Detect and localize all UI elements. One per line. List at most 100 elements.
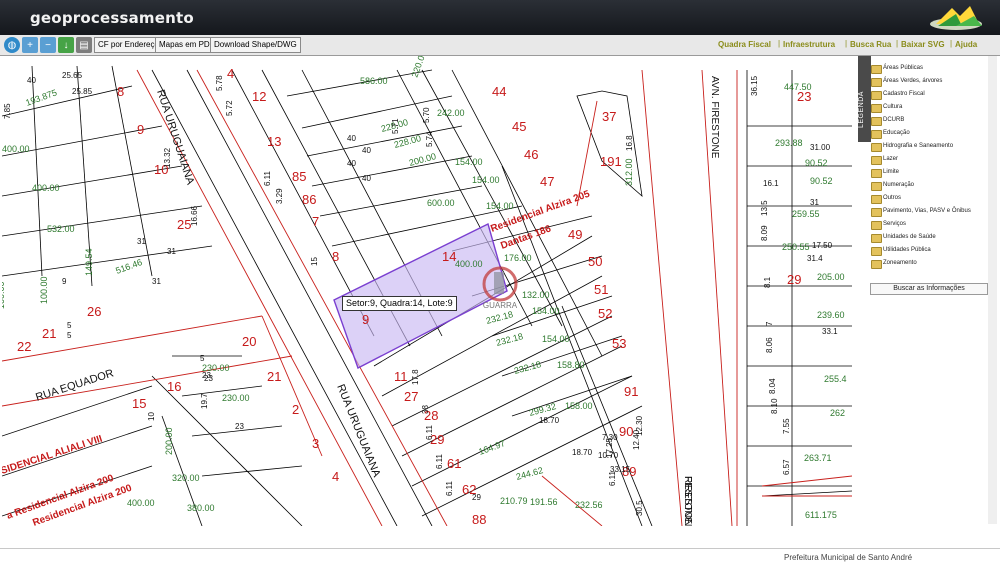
legend-item[interactable]: Lazer — [871, 153, 989, 166]
legend-item[interactable]: DCURB — [871, 114, 989, 127]
legend-item-label: Áreas Verdes, árvores — [883, 78, 943, 84]
legend-item[interactable]: Limite — [871, 166, 989, 179]
lot-number-label: 15 — [132, 396, 146, 411]
link-quadra-fiscal[interactable]: Quadra Fiscal — [718, 40, 771, 49]
legend-item[interactable]: Utilidades Pública — [871, 244, 989, 257]
cf-por-endereco-button[interactable]: CF por Endereço — [94, 37, 163, 53]
dimension-label: 16.1 — [763, 179, 779, 188]
dimension-label: 31.4 — [807, 254, 823, 263]
link-busca-rua[interactable]: Busca Rua — [850, 40, 891, 49]
legend-item-label: Limite — [883, 169, 900, 175]
legend-item[interactable]: Serviços — [871, 218, 989, 231]
dimension-label: 9 — [62, 277, 67, 286]
legend-item[interactable]: Áreas Verdes, árvores — [871, 75, 989, 88]
legend-item-label: Cultura — [883, 104, 903, 110]
folder-icon — [871, 78, 882, 87]
dimension-label: 29 — [472, 493, 481, 502]
lot-number-label: 61 — [447, 456, 461, 471]
lot-number-label: 4 — [227, 66, 234, 81]
title-bar: geoprocessamento — [0, 0, 1000, 36]
legend-tab[interactable]: LEGENDA — [858, 56, 871, 142]
app-title: geoprocessamento — [30, 9, 194, 27]
area-measure-label: 191.56 — [530, 497, 558, 507]
lot-number-label: 45 — [512, 119, 526, 134]
folder-icon — [871, 208, 882, 217]
download-shape-button[interactable]: Download Shape/DWG — [210, 37, 301, 53]
legend-item-label: Utilidades Pública — [883, 247, 931, 253]
area-measure-label: 242.00 — [437, 108, 465, 118]
lot-number-label: 22 — [17, 339, 31, 354]
lot-number-label: 53 — [612, 336, 626, 351]
cadastral-map[interactable]: RUA URUGUAIANA RUA URUGUAIANA RUA EQUADOR A… — [2, 56, 852, 526]
dimension-label: 5 — [67, 331, 72, 340]
lot-number-label: 47 — [540, 174, 554, 189]
dimension-label: 40 — [362, 174, 371, 183]
legend-panel: Áreas Públicas Áreas Verdes, árvores Cadas… — [871, 62, 989, 270]
lot-number-label: 12 — [252, 89, 266, 104]
street-name-label: AVN. FIRESTONE — [709, 76, 720, 159]
legend-item[interactable]: Cultura — [871, 101, 989, 114]
folder-icon — [871, 260, 882, 269]
globe-icon[interactable]: ◍ — [4, 37, 20, 53]
legend-item[interactable]: Numeração — [871, 179, 989, 192]
map-canvas[interactable]: RUA URUGUAIANARUA URUGUAIANARUA EQUADORA… — [2, 56, 852, 526]
legend-item[interactable]: Hidrografia e Saneamento — [871, 140, 989, 153]
link-infraestrutura[interactable]: Infraestrutura — [783, 40, 835, 49]
dimension-label: 5.72 — [225, 100, 234, 116]
folder-icon — [871, 65, 882, 74]
dimension-label: 40 — [347, 134, 356, 143]
dimension-label: 7.55 — [782, 418, 791, 434]
legend-item[interactable]: Outros — [871, 192, 989, 205]
lot-number-label: 49 — [568, 227, 582, 242]
zoom-out-icon[interactable]: − — [40, 37, 56, 53]
legend-item[interactable]: Cadastro Fiscal — [871, 88, 989, 101]
folder-icon — [871, 234, 882, 243]
area-measure-label: 232.56 — [575, 500, 603, 510]
guarra-watermark: GUARRA — [482, 266, 518, 310]
zoom-in-icon[interactable]: + — [22, 37, 38, 53]
street-name-label: RUA URUGUAIANA — [334, 383, 382, 480]
dimension-label: 18.70 — [539, 416, 560, 425]
lot-number-label: 26 — [87, 304, 101, 319]
area-measure-label: 262 — [830, 408, 845, 418]
lot-number-label: 88 — [472, 512, 486, 526]
dimension-label: 23 — [204, 374, 213, 383]
legend-item[interactable]: Pavimento, Vias, PASV e Ônibus — [871, 205, 989, 218]
dimension-label: 8.06 — [765, 337, 774, 353]
link-ajuda[interactable]: Ajuda — [955, 40, 977, 49]
dimension-label: 13.5 — [760, 200, 769, 216]
vertical-scrollbar[interactable] — [988, 56, 997, 524]
legend-item-label: Serviços — [883, 221, 907, 227]
legend-item[interactable]: Zoneamento — [871, 257, 989, 270]
legend-item[interactable]: Unidades de Saúde — [871, 231, 989, 244]
legend-item[interactable]: Educação — [871, 127, 989, 140]
print-icon[interactable]: ▤ — [76, 37, 92, 53]
lot-number-label: 7 — [312, 214, 319, 229]
legend-item-label: Numeração — [883, 182, 915, 188]
lot-number-label: 13 — [267, 134, 281, 149]
dimension-label: 31.00 — [810, 143, 831, 152]
dimension-label: 33.1 — [822, 327, 838, 336]
dimension-label: 16.66 — [190, 205, 199, 226]
dimension-label: 13.32 — [163, 147, 172, 168]
search-info-button[interactable]: Buscar as Informações — [870, 283, 988, 295]
street-name-label: RUA EQUADOR — [34, 367, 115, 404]
lot-number-label: 50 — [588, 254, 602, 269]
link-baixar-svg[interactable]: Baixar SVG — [901, 40, 945, 49]
dimension-label: 18.70 — [572, 448, 593, 457]
dimension-label: 23 — [235, 422, 244, 431]
lot-number-label: 3 — [312, 436, 319, 451]
download-icon[interactable]: ↓ — [58, 37, 74, 53]
area-measure-label: 232.18 — [513, 359, 542, 376]
area-measure-label: 516.46 — [114, 257, 143, 276]
area-measure-label: 149.54 — [84, 248, 94, 276]
dimension-label: 5.71 — [391, 118, 400, 134]
dimension-label: 31 — [167, 247, 176, 256]
legend-item[interactable]: Áreas Públicas — [871, 62, 989, 75]
area-measure-label: 154.00 — [472, 175, 500, 185]
dimension-label: 5.70 — [422, 107, 431, 123]
area-measure-label: 400.00 — [127, 498, 155, 508]
dimension-label: 5.78 — [215, 75, 224, 91]
area-measure-label: 400.00 — [32, 183, 60, 193]
area-measure-label: 380.00 — [187, 503, 215, 513]
